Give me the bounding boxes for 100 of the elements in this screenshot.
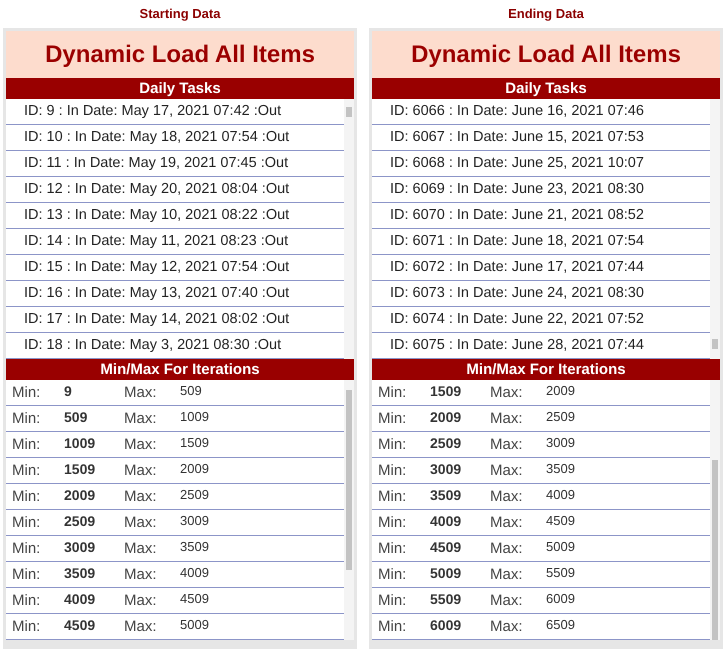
max-label: Max: (490, 514, 524, 531)
min-value: 3509 (430, 487, 462, 503)
task-row[interactable]: ID: 6069 : In Date: June 23, 2021 08:30 (372, 177, 710, 203)
max-label: Max: (124, 488, 158, 505)
iteration-row[interactable]: Min: 1509 Max: 2009 (6, 458, 344, 484)
min-label: Min: (377, 488, 408, 505)
min-label: Min: (11, 592, 42, 609)
min-value: 4509 (430, 539, 462, 555)
task-row[interactable]: ID: 6066 : In Date: June 16, 2021 07:46 (372, 99, 710, 125)
min-label: Min: (11, 566, 42, 583)
max-label: Max: (490, 488, 524, 505)
task-row[interactable]: ID: 13 : In Date: May 10, 2021 08:22 :Out (6, 203, 344, 229)
iteration-row[interactable]: Min: 3009 Max: 3509 (6, 536, 344, 562)
iteration-row[interactable]: Min: 1009 Max: 1509 (6, 432, 344, 458)
max-label: Max: (124, 462, 158, 479)
max-label: Max: (124, 410, 158, 427)
min-label: Min: (11, 514, 42, 531)
iteration-row[interactable]: Min: 5509 Max: 6009 (372, 588, 710, 614)
max-value: 5009 (180, 617, 210, 632)
min-value: 2509 (430, 435, 462, 451)
task-row[interactable]: ID: 11 : In Date: May 19, 2021 07:45 :Out (6, 151, 344, 177)
max-value: 1509 (180, 435, 210, 450)
iteration-row[interactable]: Min: 4509 Max: 5009 (372, 536, 710, 562)
task-row[interactable]: ID: 6072 : In Date: June 17, 2021 07:44 (372, 255, 710, 281)
max-value: 4509 (180, 591, 210, 606)
min-label: Min: (377, 566, 408, 583)
max-value: 3509 (180, 539, 210, 554)
task-row[interactable]: ID: 9 : In Date: May 17, 2021 07:42 :Out (6, 99, 344, 125)
max-label: Max: (490, 566, 524, 583)
panel-caption: Ending Data (507, 5, 585, 23)
min-label: Min: (377, 592, 408, 609)
min-label: Min: (377, 384, 408, 401)
task-row[interactable]: ID: 15 : In Date: May 12, 2021 07:54 :Out (6, 255, 344, 281)
task-row[interactable]: ID: 6074 : In Date: June 22, 2021 07:52 (372, 307, 710, 333)
min-value: 1009 (64, 435, 96, 451)
iteration-row[interactable]: Min: 5009 Max: 5509 (372, 562, 710, 588)
iteration-row[interactable]: Min: 2009 Max: 2509 (6, 484, 344, 510)
scrollbar[interactable] (710, 99, 720, 359)
max-value: 2009 (180, 461, 210, 476)
min-value: 5509 (430, 591, 462, 607)
iteration-row[interactable]: Min: 1509 Max: 2009 (372, 380, 710, 406)
max-value: 5009 (546, 539, 576, 554)
task-row[interactable]: ID: 17 : In Date: May 14, 2021 08:02 :Out (6, 307, 344, 333)
iteration-row[interactable]: Min: 509 Max: 1009 (6, 406, 344, 432)
task-row[interactable]: ID: 6073 : In Date: June 24, 2021 08:30 (372, 281, 710, 307)
max-value: 4009 (546, 487, 576, 502)
min-value: 2509 (64, 513, 96, 529)
app-title: Dynamic Load All Items (372, 31, 720, 78)
task-row[interactable]: ID: 6070 : In Date: June 21, 2021 08:52 (372, 203, 710, 229)
max-value: 509 (180, 383, 203, 398)
max-label: Max: (124, 514, 158, 531)
min-label: Min: (377, 618, 408, 635)
max-value: 3009 (546, 435, 576, 450)
min-value: 5009 (430, 565, 462, 581)
scrollbar[interactable] (344, 380, 354, 640)
task-row[interactable]: ID: 6067 : In Date: June 15, 2021 07:53 (372, 125, 710, 151)
max-label: Max: (124, 384, 158, 401)
min-value: 509 (64, 409, 88, 425)
iteration-row[interactable]: Min: 3509 Max: 4009 (372, 484, 710, 510)
min-value: 4009 (64, 591, 96, 607)
section-header: Min/Max For Iterations (372, 359, 720, 380)
max-label: Max: (490, 384, 524, 401)
task-row[interactable]: ID: 6071 : In Date: June 18, 2021 07:54 (372, 229, 710, 255)
max-label: Max: (124, 618, 158, 635)
min-label: Min: (11, 384, 42, 401)
min-label: Min: (11, 462, 42, 479)
task-row[interactable]: ID: 10 : In Date: May 18, 2021 07:54 :Out (6, 125, 344, 151)
task-row[interactable]: ID: 16 : In Date: May 13, 2021 07:40 :Out (6, 281, 344, 307)
iteration-row[interactable]: Min: 4009 Max: 4509 (6, 588, 344, 614)
task-row[interactable]: ID: 14 : In Date: May 11, 2021 08:23 :Out (6, 229, 344, 255)
iteration-row[interactable]: Min: 3009 Max: 3509 (372, 458, 710, 484)
scrollbar[interactable] (344, 99, 354, 359)
min-value: 2009 (430, 409, 462, 425)
max-value: 1009 (180, 409, 210, 424)
min-value: 1509 (430, 383, 462, 399)
min-label: Min: (11, 436, 42, 453)
iteration-row[interactable]: Min: 4509 Max: 5009 (6, 614, 344, 640)
min-value: 3009 (430, 461, 462, 477)
iteration-row[interactable]: Min: 9 Max: 509 (6, 380, 344, 406)
iteration-row[interactable]: Min: 6009 Max: 6509 (372, 614, 710, 640)
max-label: Max: (124, 566, 158, 583)
max-value: 3509 (546, 461, 576, 476)
min-label: Min: (11, 488, 42, 505)
task-row[interactable]: ID: 12 : In Date: May 20, 2021 08:04 :Out (6, 177, 344, 203)
section-header: Daily Tasks (372, 78, 720, 99)
scrollbar[interactable] (710, 380, 720, 640)
iteration-row[interactable]: Min: 4009 Max: 4509 (372, 510, 710, 536)
iteration-row[interactable]: Min: 2009 Max: 2509 (372, 406, 710, 432)
iteration-row[interactable]: Min: 2509 Max: 3009 (6, 510, 344, 536)
min-value: 4009 (430, 513, 462, 529)
iteration-row[interactable]: Min: 2509 Max: 3009 (372, 432, 710, 458)
max-value: 2509 (546, 409, 576, 424)
max-value: 3009 (180, 513, 210, 528)
task-row[interactable]: ID: 6068 : In Date: June 25, 2021 10:07 (372, 151, 710, 177)
max-value: 6509 (546, 617, 576, 632)
iteration-row[interactable]: Min: 3509 Max: 4009 (6, 562, 344, 588)
min-value: 6009 (430, 617, 462, 633)
max-label: Max: (490, 618, 524, 635)
min-label: Min: (377, 514, 408, 531)
max-label: Max: (490, 462, 524, 479)
